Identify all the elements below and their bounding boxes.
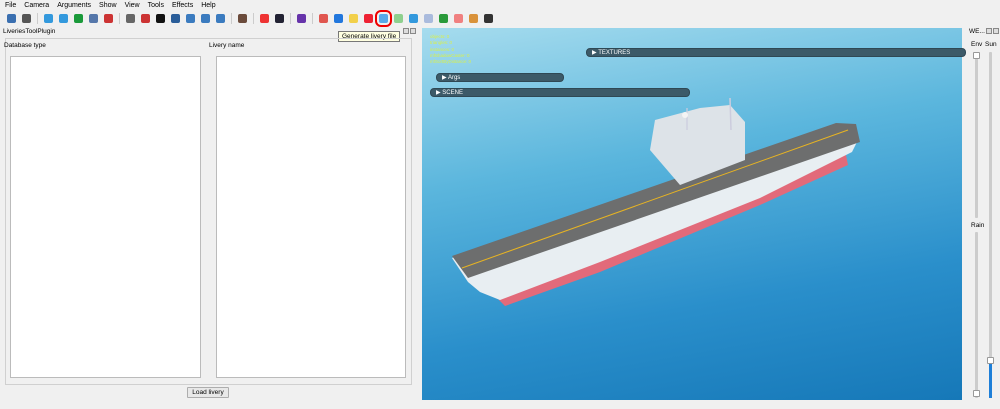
menu-camera[interactable]: Camera — [19, 0, 52, 11]
load-livery-button[interactable]: Load livery — [187, 387, 229, 398]
filter-icon[interactable] — [171, 14, 180, 23]
list-icon[interactable] — [424, 14, 433, 23]
weather-title: WE... — [969, 28, 985, 35]
plugin-title: LiveriesToolPlugin — [3, 28, 56, 35]
args-panel[interactable]: ▶ Args — [436, 73, 564, 82]
weather-close-icon[interactable] — [993, 28, 999, 34]
texture-icon[interactable] — [238, 14, 247, 23]
dot-icon[interactable] — [334, 14, 343, 23]
speaker-icon[interactable] — [216, 14, 225, 23]
save-icon[interactable] — [7, 14, 16, 23]
matrix-icon[interactable] — [439, 14, 448, 23]
grid-black-icon[interactable] — [156, 14, 165, 23]
toolbar-separator — [290, 13, 291, 24]
sun-slider-handle[interactable] — [987, 357, 994, 364]
reload-icon[interactable] — [74, 14, 83, 23]
undo-icon[interactable] — [297, 14, 306, 23]
env-slider[interactable] — [975, 52, 978, 218]
menu-help[interactable]: Help — [196, 0, 218, 11]
layers-icon[interactable] — [469, 14, 478, 23]
menu-effects[interactable]: Effects — [167, 0, 196, 11]
figure-icon[interactable] — [186, 14, 195, 23]
globe-icon[interactable] — [44, 14, 53, 23]
menu-show[interactable]: Show — [94, 0, 120, 11]
env-slider-handle[interactable] — [973, 52, 980, 59]
toolbar — [4, 10, 496, 27]
stat-sort-by-distance: mfSortByDistance: 0 — [430, 59, 472, 65]
scene-panel[interactable]: ▶ SCENE — [430, 88, 690, 97]
rain-label: Rain — [971, 222, 985, 229]
arrow-right-icon[interactable] — [201, 14, 210, 23]
menu-tools[interactable]: Tools — [143, 0, 167, 11]
close-icon[interactable] — [410, 28, 416, 34]
scene-label: SCENE — [442, 90, 463, 96]
bar-chart-icon[interactable] — [319, 14, 328, 23]
folder-icon[interactable] — [349, 14, 358, 23]
toolbar-separator — [231, 13, 232, 24]
ship-model — [452, 97, 860, 306]
run-icon[interactable] — [104, 14, 113, 23]
toolbar-separator — [119, 13, 120, 24]
generate-livery-icon[interactable] — [375, 10, 392, 27]
float-icon[interactable] — [403, 28, 409, 34]
menu-bar: File Camera Arguments Show View Tools Ef… — [0, 0, 1000, 11]
sun-label: Sun — [985, 41, 997, 48]
image-icon[interactable] — [89, 14, 98, 23]
crosshair-icon[interactable] — [141, 14, 150, 23]
network-icon[interactable] — [409, 14, 418, 23]
colors-icon[interactable] — [260, 14, 269, 23]
textures-label: TEXTURES — [598, 50, 631, 56]
sun-slider-fill — [989, 364, 992, 398]
refresh-icon[interactable] — [59, 14, 68, 23]
livery-name-list[interactable] — [216, 56, 406, 378]
database-type-label: Database type — [4, 42, 46, 49]
toolbar-separator — [37, 13, 38, 24]
menu-view[interactable]: View — [120, 0, 143, 11]
database-type-list[interactable] — [10, 56, 201, 378]
rain-slider-handle[interactable] — [973, 390, 980, 397]
sun-slider[interactable] — [989, 52, 992, 398]
3d-viewport[interactable]: objects: 0 triangles: 0 instances: 0 mfS… — [422, 28, 966, 400]
user-icon[interactable] — [22, 14, 31, 23]
monitor-icon[interactable] — [275, 14, 284, 23]
menu-file[interactable]: File — [0, 0, 19, 11]
livery-name-label: Livery name — [209, 42, 245, 49]
env-label: Env — [971, 41, 983, 48]
menu-arguments[interactable]: Arguments — [52, 0, 94, 11]
weather-float-icon[interactable] — [986, 28, 992, 34]
textures-panel[interactable]: ▶ TEXTURES — [586, 48, 966, 57]
record-icon[interactable] — [364, 14, 373, 23]
rain-slider[interactable] — [975, 232, 978, 398]
stop-icon[interactable] — [454, 14, 463, 23]
toolbar-separator — [253, 13, 254, 24]
camera-icon[interactable] — [126, 14, 135, 23]
toolbar-separator — [312, 13, 313, 24]
green-box-icon[interactable] — [394, 14, 403, 23]
stats-overlay: objects: 0 triangles: 0 instances: 0 mfS… — [430, 34, 471, 65]
plug-icon[interactable] — [484, 14, 493, 23]
args-label: Args — [447, 75, 461, 81]
